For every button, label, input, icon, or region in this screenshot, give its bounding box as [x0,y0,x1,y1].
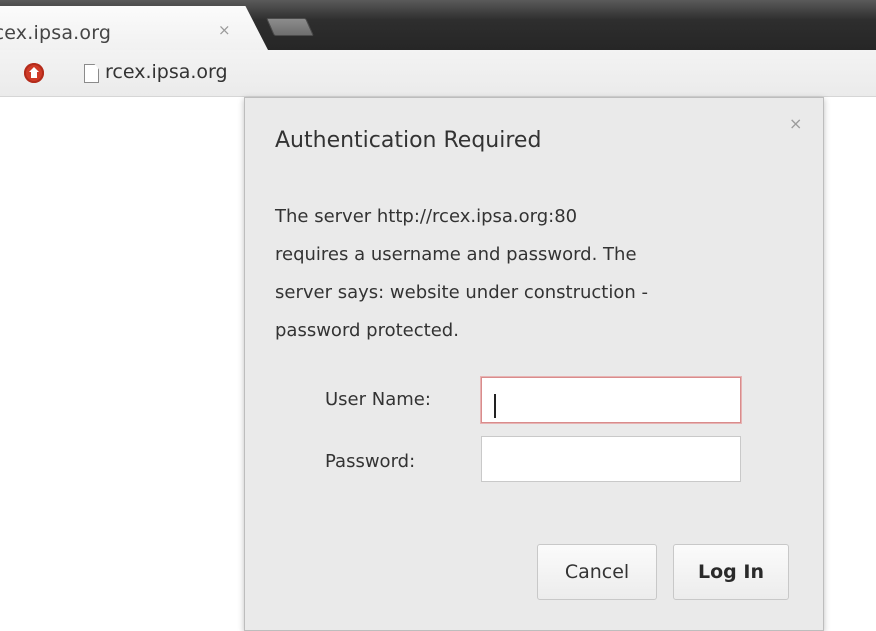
username-label: User Name: [325,389,431,410]
new-tab-button[interactable] [265,18,315,36]
tab-strip: rcex.ipsa.org × [0,0,876,50]
dialog-message: The server http://rcex.ipsa.org:80 requi… [275,198,795,350]
tab-active[interactable]: rcex.ipsa.org × [0,6,268,50]
username-field[interactable] [481,377,741,423]
message-line: password protected. [275,320,459,341]
browser-toolbar: rcex.ipsa.org [0,50,876,97]
close-icon[interactable]: × [789,116,802,132]
address-bar[interactable]: rcex.ipsa.org [105,61,228,83]
tab-title: rcex.ipsa.org [0,22,112,44]
login-button[interactable]: Log In [673,544,789,600]
home-icon[interactable] [24,63,44,83]
authentication-dialog: × Authentication Required The server htt… [244,97,824,631]
page-icon [84,64,99,83]
message-line: The server http://rcex.ipsa.org:80 [275,206,578,227]
close-icon[interactable]: × [218,23,231,38]
message-line: server says: website under construction … [275,282,648,303]
message-line: requires a username and password. The [275,244,637,265]
password-label: Password: [325,451,416,472]
cancel-button[interactable]: Cancel [537,544,657,600]
dialog-title: Authentication Required [275,128,542,153]
text-caret [494,394,496,418]
password-field[interactable] [481,436,741,482]
